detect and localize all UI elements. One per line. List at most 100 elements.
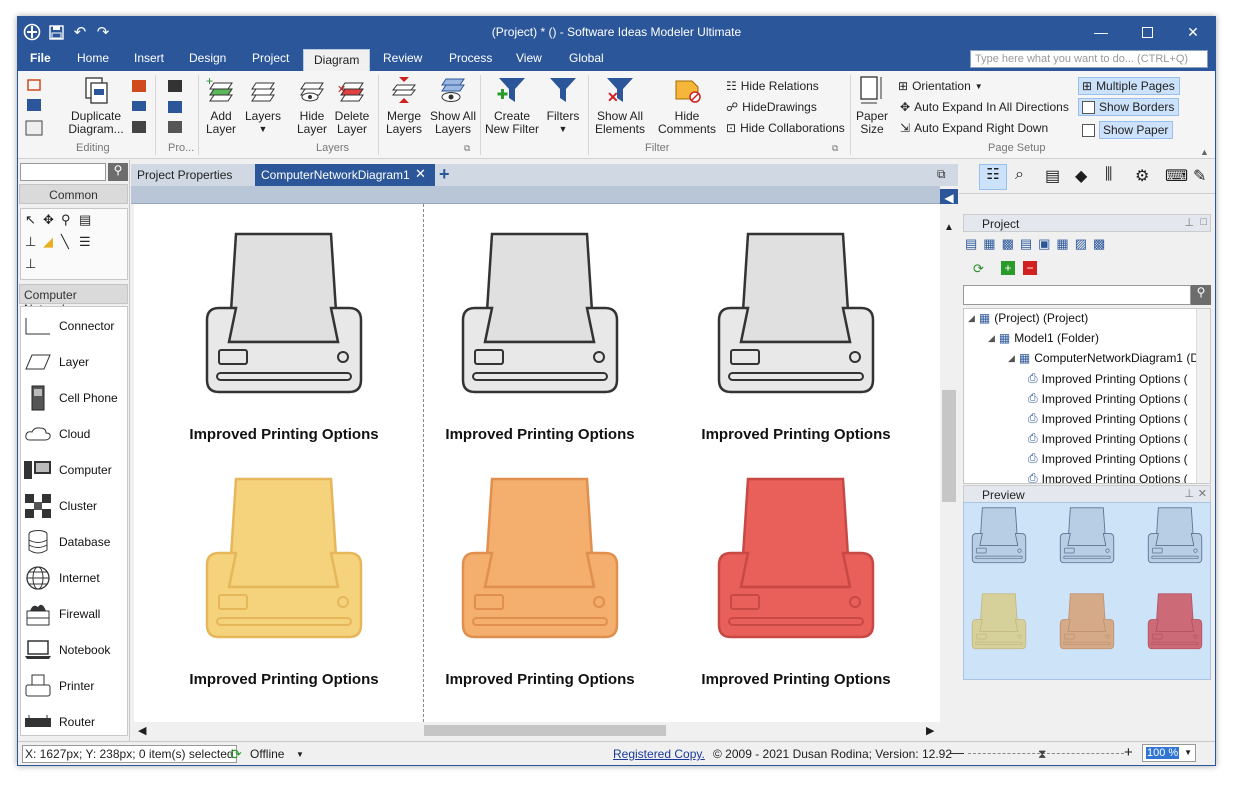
chevron-down-icon[interactable]: ▼ <box>296 750 304 759</box>
show-all-layers-button[interactable]: Show All Layers <box>428 75 478 136</box>
tree-expand-icon[interactable]: ◢ <box>1008 353 1015 364</box>
hide-comments-button[interactable]: Hide Comments <box>656 75 718 136</box>
note-icon[interactable]: ◢ <box>43 234 53 250</box>
filters-dropdown-button[interactable]: Filters ▼ <box>542 75 584 136</box>
shape-connector[interactable]: Connector <box>23 311 114 341</box>
merge-layers-button[interactable]: Merge Layers <box>382 75 426 136</box>
keyboard-icon[interactable]: ⌨ <box>1165 166 1188 186</box>
pin-icon[interactable]: ⊥ <box>1184 487 1194 500</box>
table-icon[interactable]: ☰ <box>79 234 91 250</box>
collapse-all-icon[interactable]: − <box>1023 261 1037 275</box>
close-icon[interactable]: ✕ <box>1198 487 1207 500</box>
menu-review[interactable]: Review <box>383 51 422 65</box>
search-icon[interactable]: ⚲ <box>108 163 128 181</box>
shape-cloud[interactable]: Cloud <box>23 419 90 449</box>
printer-node[interactable]: Improved Printing Options <box>701 232 891 443</box>
show-borders-toggle[interactable]: Show Borders <box>1078 98 1180 116</box>
show-paper-checkbox[interactable] <box>1082 123 1095 137</box>
pointer-icon[interactable]: ↖ <box>25 212 36 228</box>
menu-view[interactable]: View <box>516 51 542 65</box>
menu-design[interactable]: Design <box>189 51 226 65</box>
registered-copy-link[interactable]: Registered Copy. <box>613 747 705 761</box>
search-diagram-icon[interactable]: ⌕ <box>1015 166 1024 184</box>
zoom-out-icon[interactable]: — <box>950 744 964 760</box>
stamp-icon[interactable]: ⊥ <box>25 256 36 272</box>
show-paper-toggle[interactable]: Show Paper <box>1082 121 1174 139</box>
close-tab-icon[interactable]: ✕ <box>415 166 426 182</box>
shape-layer[interactable]: Layer <box>23 347 89 377</box>
document-icon[interactable]: ▤ <box>1045 166 1060 186</box>
move-icon[interactable]: ✥ <box>43 212 54 228</box>
scroll-up-icon[interactable]: ▲ <box>944 222 954 233</box>
diagram-preview[interactable] <box>963 502 1211 680</box>
common-section-header[interactable]: Common <box>19 184 128 204</box>
pro-extra-icons[interactable] <box>166 77 196 142</box>
show-borders-checkbox[interactable] <box>1082 100 1095 114</box>
shape-database[interactable]: Database <box>23 527 110 557</box>
hide-relations-button[interactable]: ☷ Hide Relations <box>726 79 819 93</box>
scroll-right-icon[interactable]: ▶ <box>926 724 934 737</box>
layers-dropdown-button[interactable]: Layers ▼ <box>242 75 284 136</box>
minimize-icon[interactable]: — <box>1078 17 1124 47</box>
create-filter-button[interactable]: Create New Filter <box>484 75 540 136</box>
add-tab-icon[interactable]: + <box>439 164 450 185</box>
search-icon[interactable]: ⚲ <box>1191 285 1211 305</box>
toolbox-search-input[interactable] <box>20 163 106 181</box>
tree-node[interactable]: ⎙ Improved Printing Options ( <box>1028 431 1188 446</box>
tab-computer-network-diagram[interactable]: ComputerNetworkDiagram1 ✕ <box>255 164 435 186</box>
pin-icon[interactable]: ⊥ <box>1184 216 1194 229</box>
project-search-input[interactable] <box>963 285 1191 305</box>
shape-cluster[interactable]: Cluster <box>23 491 97 521</box>
menu-global[interactable]: Global <box>569 51 604 65</box>
printer-node[interactable]: Improved Printing Options <box>189 477 379 688</box>
hide-drawings-button[interactable]: ☍ HideDrawings <box>726 100 817 114</box>
expand-all-icon[interactable]: + <box>1001 261 1015 275</box>
menu-process[interactable]: Process <box>449 51 492 65</box>
auto-expand-right-button[interactable]: ⇲ Auto Expand Right Down <box>900 121 1048 135</box>
tree-node[interactable]: ⎙ Improved Printing Options ( <box>1028 411 1188 426</box>
zoom-icon[interactable]: ⚲ <box>61 212 71 228</box>
printer-node[interactable]: Improved Printing Options <box>189 232 379 443</box>
dialog-launcher-icon[interactable]: ⧉ <box>464 143 470 154</box>
command-search-input[interactable]: Type here what you want to do... (CTRL+Q… <box>970 50 1208 68</box>
shape-notebook[interactable]: Notebook <box>23 635 110 665</box>
shape-computer[interactable]: Computer <box>23 455 112 485</box>
window-list-icon[interactable]: ⧉ <box>937 167 955 183</box>
shape-internet[interactable]: Internet <box>23 563 100 593</box>
format-painter-icon[interactable]: ▤ <box>79 212 91 228</box>
menu-file[interactable]: File <box>30 51 51 65</box>
computer-network-section-header[interactable]: Computer Network... <box>19 284 128 316</box>
project-toolbar[interactable]: ▤▦▩▤▣▦▨▩ <box>965 236 1211 258</box>
dialog-launcher-icon[interactable]: ⧉ <box>832 143 838 154</box>
hide-layer-button[interactable]: Hide Layer <box>292 75 332 136</box>
printer-node[interactable]: Improved Printing Options <box>445 232 635 443</box>
vertical-scroll-thumb[interactable] <box>942 390 956 502</box>
tree-expand-icon[interactable]: ◢ <box>988 333 995 344</box>
tree-node[interactable]: ◢ ▦ (Project) (Project) <box>968 311 1088 325</box>
offline-status[interactable]: Offline <box>250 747 284 761</box>
add-layer-button[interactable]: + Add Layer <box>200 74 242 136</box>
tab-project-properties[interactable]: Project Properties <box>131 164 238 186</box>
shape-firewall[interactable]: Firewall <box>23 599 100 629</box>
auto-expand-all-button[interactable]: ✥ Auto Expand In All Directions <box>900 100 1069 114</box>
delete-layer-button[interactable]: ✕ Delete Layer <box>332 75 372 136</box>
scroll-left-icon[interactable]: ◀ <box>138 724 146 737</box>
menu-home[interactable]: Home <box>77 51 109 65</box>
horizontal-scroll-thumb[interactable] <box>424 725 666 736</box>
shape-printer[interactable]: Printer <box>23 671 94 701</box>
line-icon[interactable]: ╲ <box>61 234 69 250</box>
duplicate-diagram-button[interactable]: Duplicate Diagram... <box>68 75 124 136</box>
collapse-ribbon-icon[interactable]: ▲ <box>1200 147 1209 157</box>
gear-icon[interactable]: ⚙ <box>1135 166 1149 186</box>
tree-node[interactable]: ⎙ Improved Printing Options ( <box>1028 371 1188 386</box>
tree-node[interactable]: ⎙ Improved Printing Options ( <box>1028 471 1188 483</box>
pro-small-icons[interactable] <box>130 77 152 142</box>
tree-node[interactable]: ⎙ Improved Printing Options ( <box>1028 451 1188 466</box>
shape-router[interactable]: Router <box>23 707 95 737</box>
project-explorer-icon[interactable]: ☷ <box>979 164 1007 190</box>
diagram-canvas[interactable]: Improved Printing Options Improved Print… <box>134 204 940 722</box>
maximize-icon[interactable] <box>1124 17 1170 47</box>
shape-cell-phone[interactable]: Cell Phone <box>23 383 118 413</box>
paper-size-button[interactable]: Paper Size <box>854 75 890 136</box>
printer-node[interactable]: Improved Printing Options <box>445 477 635 688</box>
